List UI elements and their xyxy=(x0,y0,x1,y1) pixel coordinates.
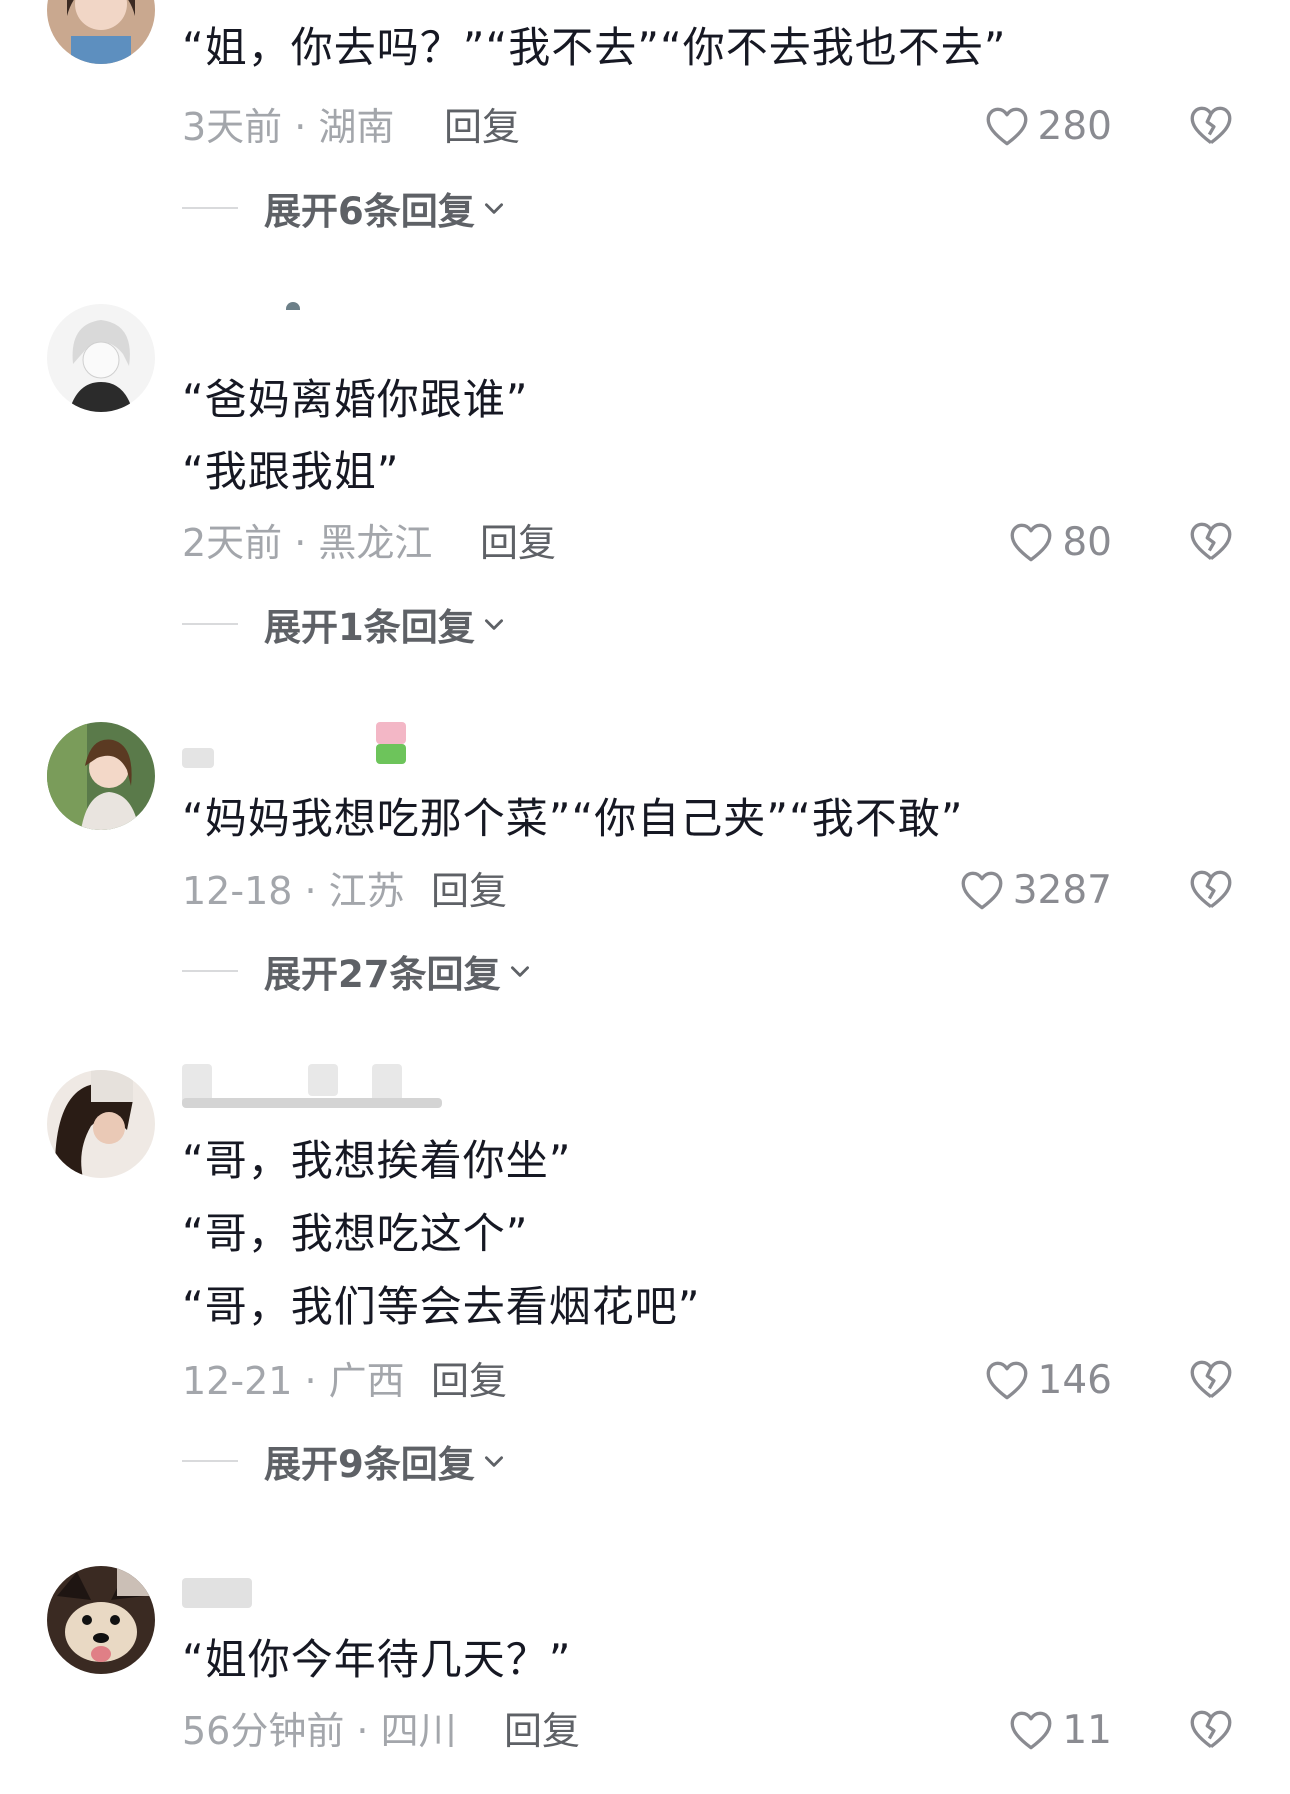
like-button[interactable]: 146 xyxy=(982,1354,1112,1406)
expand-replies-button[interactable]: 展开27条回复 xyxy=(182,946,533,996)
comment-meta: 12-21 · 广西 xyxy=(182,1359,405,1403)
expand-replies-button[interactable]: 展开1条回复 xyxy=(182,599,507,649)
divider xyxy=(182,623,238,625)
reply-button[interactable]: 回复 xyxy=(480,518,556,568)
expand-replies-label: 展开6条回复 xyxy=(264,190,475,233)
chevron-down-icon xyxy=(510,966,529,977)
username-placeholder xyxy=(308,1064,338,1096)
comment-meta: 2天前 · 黑龙江 xyxy=(182,521,433,565)
comment-text: “姐，你去吗？”“我不去”“你不去我也不去” xyxy=(182,23,1007,72)
comment-text: “哥，我想吃这个” xyxy=(182,1209,529,1258)
broken-heart-icon[interactable] xyxy=(1186,864,1236,914)
expand-replies-button[interactable]: 展开9条回复 xyxy=(182,1436,507,1486)
avatar[interactable] xyxy=(47,1070,155,1178)
reply-button[interactable]: 回复 xyxy=(504,1706,580,1756)
like-button[interactable]: 80 xyxy=(1006,516,1112,568)
chevron-down-icon xyxy=(484,203,503,214)
expand-replies-button[interactable]: 展开6条回复 xyxy=(182,183,507,233)
comment-text: “哥，我想挨着你坐” xyxy=(182,1136,572,1185)
avatar[interactable] xyxy=(47,722,155,830)
chevron-down-icon xyxy=(484,1456,503,1467)
comment-text: “哥，我们等会去看烟花吧” xyxy=(182,1282,701,1331)
reply-button[interactable]: 回复 xyxy=(431,866,507,916)
heart-outline-icon xyxy=(961,871,1003,910)
like-button[interactable]: 280 xyxy=(982,100,1112,152)
broken-heart-icon[interactable] xyxy=(1186,100,1236,150)
divider xyxy=(182,207,238,209)
avatar[interactable] xyxy=(47,0,155,64)
broken-heart-icon[interactable] xyxy=(1186,1354,1236,1404)
comment-text: “爸妈离婚你跟谁” xyxy=(182,375,529,424)
broken-heart-icon[interactable] xyxy=(1186,1704,1236,1754)
username-placeholder xyxy=(182,1098,442,1108)
username-placeholder xyxy=(376,744,406,764)
username-placeholder xyxy=(376,722,406,744)
expand-replies-label: 展开27条回复 xyxy=(264,953,501,996)
divider xyxy=(182,970,238,972)
like-count: 80 xyxy=(1062,519,1112,565)
username-placeholder xyxy=(182,748,214,768)
chevron-down-icon xyxy=(484,619,503,630)
heart-outline-icon xyxy=(986,107,1027,146)
comment-meta: 3天前 · 湖南 xyxy=(182,105,395,149)
reply-button[interactable]: 回复 xyxy=(431,1356,507,1406)
comment-text: “姐你今年待几天？” xyxy=(182,1635,572,1684)
heart-outline-icon xyxy=(986,1361,1027,1400)
like-count: 280 xyxy=(1037,103,1112,149)
like-button[interactable]: 3287 xyxy=(957,864,1112,916)
divider xyxy=(182,1460,238,1462)
heart-outline-icon xyxy=(1010,523,1052,562)
expand-replies-label: 展开1条回复 xyxy=(264,606,475,649)
comment-text: “妈妈我想吃那个菜”“你自己夹”“我不敢” xyxy=(182,794,964,843)
like-count: 146 xyxy=(1037,1357,1112,1403)
username-placeholder xyxy=(286,302,300,310)
avatar[interactable] xyxy=(47,1566,155,1674)
heart-outline-icon xyxy=(1010,1711,1052,1750)
reply-button[interactable]: 回复 xyxy=(444,102,520,152)
comment-meta: 56分钟前 · 四川 xyxy=(182,1709,457,1753)
like-button[interactable]: 11 xyxy=(1006,1704,1112,1756)
broken-heart-icon[interactable] xyxy=(1186,516,1236,566)
expand-replies-label: 展开9条回复 xyxy=(264,1443,475,1486)
username-placeholder xyxy=(182,1578,252,1608)
like-count: 3287 xyxy=(1012,867,1112,913)
comment-text: “我跟我姐” xyxy=(182,447,400,496)
like-count: 11 xyxy=(1062,1707,1112,1753)
comment-meta: 12-18 · 江苏 xyxy=(182,869,405,913)
avatar[interactable] xyxy=(47,304,155,412)
